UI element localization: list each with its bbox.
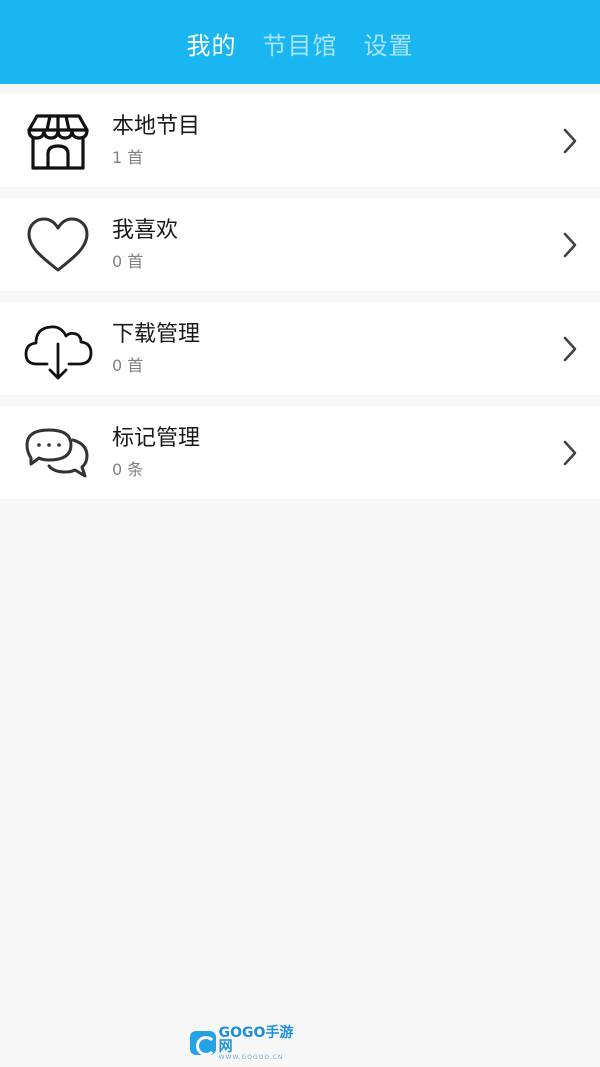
list-item-title: 标记管理 — [112, 425, 201, 451]
list-item-count: 0 首 — [112, 251, 144, 271]
chevron-right-icon — [562, 440, 578, 466]
watermark-text: GOGO手游网 WWW.GOGOO.CN — [219, 1026, 306, 1061]
list-item-title: 本地节目 — [112, 113, 201, 139]
list-item-local-programs[interactable]: 本地节目 1 首 — [0, 94, 600, 187]
list-item-text: 我喜欢 0 首 — [112, 216, 600, 274]
chat-bubbles-icon — [23, 418, 93, 488]
list-item-text: 下载管理 0 首 — [112, 320, 600, 378]
list-item-text: 标记管理 0 条 — [112, 424, 600, 482]
watermark-main-text: GOGO手游网 — [218, 1024, 294, 1055]
top-tab-bar: 我的 节目馆 设置 — [0, 0, 600, 84]
tab-settings[interactable]: 设置 — [364, 24, 414, 61]
chevron-right-icon — [562, 232, 578, 258]
list-item-download-manager[interactable]: 下载管理 0 首 — [0, 302, 600, 395]
app-root: 我的 节目馆 设置 本地节目 1 首 我喜欢 0 首 下载管理 0 首 标记管理… — [0, 0, 600, 1067]
list-item-title: 我喜欢 — [112, 217, 179, 243]
list-item-count: 0 条 — [112, 459, 144, 479]
list-item-bookmark-manager[interactable]: 标记管理 0 条 — [0, 406, 600, 499]
chevron-right-icon — [562, 336, 578, 362]
list-item-title: 下载管理 — [112, 321, 201, 347]
chevron-right-icon — [562, 128, 578, 154]
menu-list: 本地节目 1 首 我喜欢 0 首 下载管理 0 首 标记管理 0 条 — [0, 84, 600, 499]
gogo-logo-icon — [190, 1031, 216, 1056]
watermark-sub-text: WWW.GOGOO.CN — [218, 1053, 284, 1061]
list-item-favorites[interactable]: 我喜欢 0 首 — [0, 198, 600, 291]
heart-icon — [23, 210, 93, 280]
tab-mine[interactable]: 我的 — [187, 24, 237, 61]
watermark-logo: GOGO手游网 WWW.GOGOO.CN — [190, 1026, 306, 1060]
list-item-count: 0 首 — [112, 355, 144, 375]
cloud-download-icon — [23, 314, 93, 384]
store-icon — [23, 106, 93, 176]
tab-program-hall[interactable]: 节目馆 — [263, 24, 338, 61]
list-item-count: 1 首 — [112, 147, 144, 167]
list-item-text: 本地节目 1 首 — [112, 112, 600, 170]
